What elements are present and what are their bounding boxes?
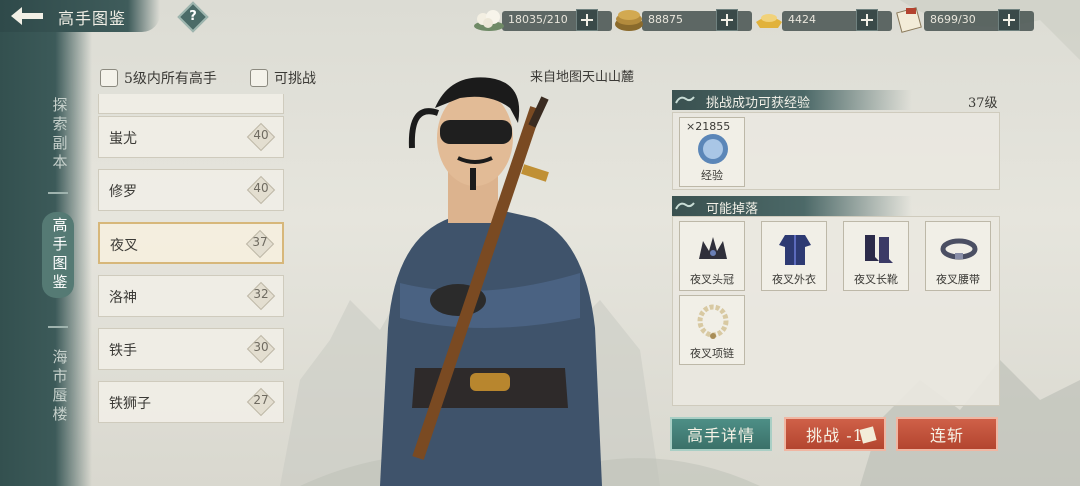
section-title: 可能掉落 [706,202,759,217]
resource-tickets: 8699/30 [894,7,1034,33]
robe-icon [779,235,811,265]
drop-item-robe[interactable]: 夜叉外衣 [761,221,827,291]
tab-mirage[interactable]: 海市蜃楼 [48,348,72,424]
top-bar: 高手图鉴 ? 18035/210 88875 4424 8699/30 [0,0,1080,40]
drop-item-necklace[interactable]: 夜叉项链 [679,295,745,365]
item-label: 夜叉腰带 [936,273,980,286]
master-details-button[interactable]: 高手详情 [670,417,772,451]
add-stamina-button[interactable] [576,9,598,31]
exp-panel: ×21855 经验 [672,112,1000,190]
bun-icon [474,10,504,31]
list-item-partial [98,94,284,114]
drop-section-header: 可能掉落 [672,196,912,217]
checkbox[interactable] [250,69,268,87]
master-name: 铁狮子 [109,396,151,412]
cloud-swirl-icon [675,96,695,104]
master-item-yecha[interactable]: 夜叉 37 [98,222,284,264]
level-value: 37 [252,235,268,249]
resource-stamina: 18035/210 [472,9,612,32]
master-name: 洛神 [109,290,137,306]
resource-value: 4424 [788,13,816,26]
filter-label: 5级内所有高手 [124,71,217,87]
resource-value: 8699/30 [930,13,976,26]
help-button[interactable]: ? [177,1,209,33]
level-value: 32 [253,287,269,301]
level-badge: 37 [245,229,275,259]
drop-panel: 夜叉头冠 夜叉外衣 夜叉长靴 夜叉腰带 夜叉项链 [672,216,1000,406]
section-title: 挑战成功可获经验 [706,96,811,111]
drop-item-boots[interactable]: 夜叉长靴 [843,221,909,291]
silver-icon [756,14,782,28]
boots-icon [865,235,893,263]
challenge-button[interactable]: 挑战 -1 [784,417,886,451]
nav-divider [48,326,68,328]
level-value: 40 [253,128,269,142]
master-portrait [380,77,602,486]
tab-explore-dungeon[interactable]: 探索副本 [48,96,72,172]
level-value: 27 [253,393,269,407]
level-value: 30 [253,340,269,354]
master-item-xiuluo[interactable]: 修罗 40 [98,169,284,211]
master-name: 铁手 [109,343,137,359]
level-badge: 40 [246,175,276,205]
scroll-icon [896,7,922,33]
map-source-text: 来自地图天山山麓 [530,70,635,85]
challenge-label: 挑战 -1 [806,426,864,445]
coins-icon [615,10,643,31]
master-item-chiyou[interactable]: 蚩尤 40 [98,116,284,158]
cloud-swirl-icon [675,202,695,210]
help-icon: ? [189,9,197,24]
ticket-icon [859,426,877,444]
nav-divider [48,192,68,194]
crown-icon [699,237,727,259]
reward-label: 经验 [701,169,723,182]
item-label: 夜叉长靴 [854,273,898,286]
level-badge: 27 [246,387,276,417]
resource-value: 88875 [648,13,683,26]
master-item-tieshou[interactable]: 铁手 30 [98,328,284,370]
item-label: 夜叉外衣 [772,273,816,286]
filter-all-masters[interactable]: 5级内所有高手 [100,68,217,88]
add-copper-button[interactable] [716,9,738,31]
master-item-tieshizi[interactable]: 铁狮子 27 [98,381,284,423]
item-label: 夜叉项链 [690,347,734,360]
level-badge: 32 [246,281,276,311]
drop-item-belt[interactable]: 夜叉腰带 [925,221,991,291]
add-silver-button[interactable] [856,9,878,31]
master-item-luoshen[interactable]: 洛神 32 [98,275,284,317]
level-requirement: 37级 [968,96,998,111]
checkbox[interactable] [100,69,118,87]
header-tab: 高手图鉴 [0,0,160,32]
master-name: 修罗 [109,184,137,200]
side-nav: 探索副本 高手图鉴 海市蜃楼 [0,32,92,486]
resource-copper: 88875 [612,9,752,32]
level-badge: 30 [246,334,276,364]
resource-silver: 4424 [752,9,892,32]
resource-value: 18035/210 [508,13,568,26]
add-tickets-button[interactable] [998,9,1020,31]
necklace-icon [697,304,729,339]
tab-master-codex[interactable]: 高手图鉴 [48,216,72,292]
level-badge: 40 [246,122,276,152]
master-name: 蚩尤 [109,131,137,147]
filter-challengeable[interactable]: 可挑战 [250,68,316,88]
exp-reward-slot[interactable]: ×21855 经验 [679,117,745,187]
master-list[interactable]: 蚩尤 40 修罗 40 夜叉 37 洛神 32 铁手 30 铁狮子 27 [96,94,288,434]
belt-icon [940,238,978,260]
level-value: 40 [253,181,269,195]
exp-orb-icon [698,134,728,164]
exp-section-header: 挑战成功可获经验 [672,90,912,111]
drop-item-crown[interactable]: 夜叉头冠 [679,221,745,291]
page-title: 高手图鉴 [58,9,127,28]
sweep-button[interactable]: 连斩 [896,417,998,451]
item-label: 夜叉头冠 [690,273,734,286]
back-arrow-icon[interactable] [8,4,46,28]
master-name: 夜叉 [110,238,138,254]
filter-label: 可挑战 [274,71,316,87]
